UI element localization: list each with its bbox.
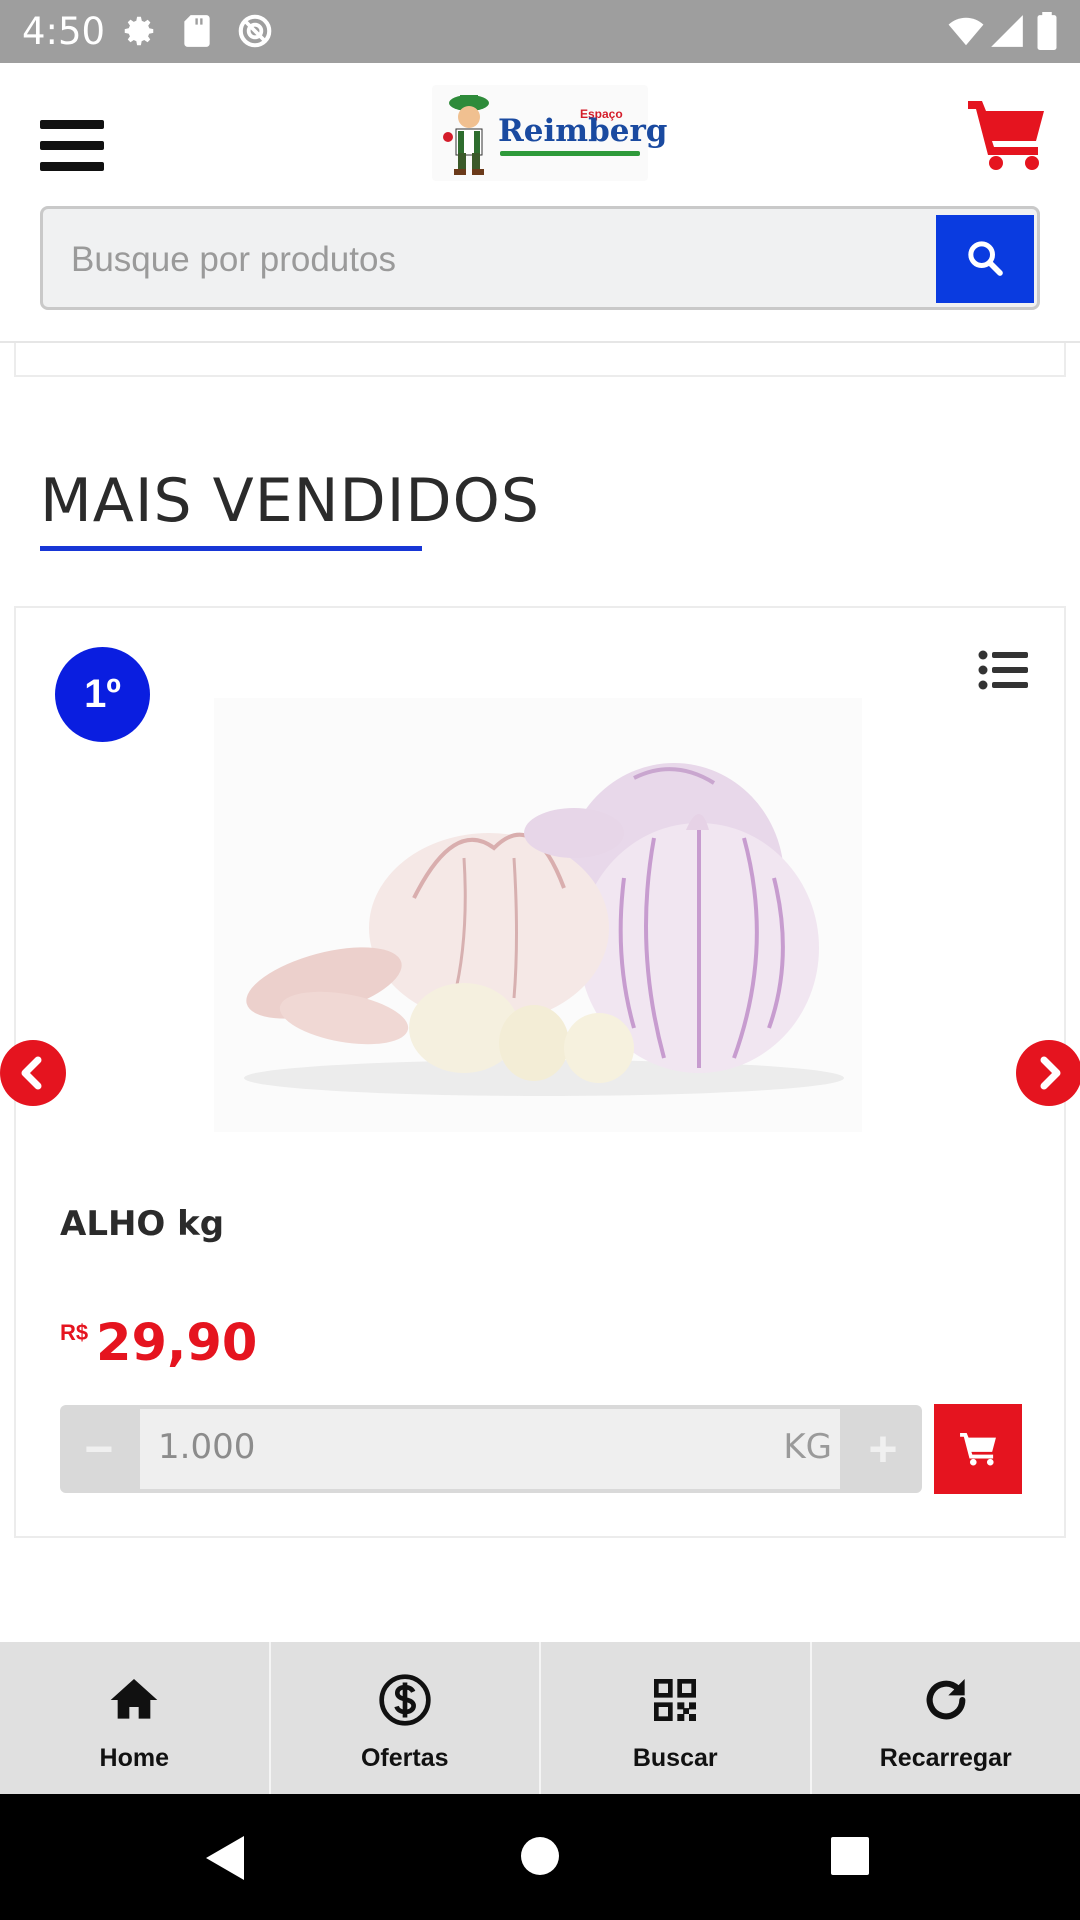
search-input[interactable]	[69, 229, 953, 291]
recent-apps-icon[interactable]	[830, 1836, 870, 1876]
back-icon[interactable]	[204, 1834, 248, 1882]
quantity-stepper: − 1.000 KG +	[60, 1405, 922, 1493]
cellular-signal-icon	[991, 15, 1023, 47]
decrement-button[interactable]: −	[60, 1405, 138, 1493]
logo-underline	[500, 151, 640, 156]
bottom-navigation: Home Ofertas Buscar Recarregar	[0, 1642, 1080, 1794]
home-circle-icon[interactable]	[520, 1836, 560, 1876]
store-logo[interactable]: Espaço Reimberg	[432, 85, 667, 181]
settings-icon	[124, 16, 154, 46]
search-bar	[40, 206, 1040, 310]
nav-home[interactable]: Home	[0, 1642, 269, 1794]
nav-ofertas-label: Ofertas	[360, 1744, 449, 1772]
carousel-prev-button[interactable]	[0, 1040, 66, 1106]
add-to-cart-button[interactable]	[934, 1404, 1022, 1494]
cart-icon	[960, 1432, 996, 1466]
search-icon	[968, 240, 1003, 276]
list-icon[interactable]	[978, 650, 1028, 690]
nav-home-label: Home	[99, 1744, 169, 1772]
product-image[interactable]	[214, 698, 862, 1132]
sd-card-icon	[184, 15, 210, 47]
hamburger-menu-icon[interactable]	[40, 120, 106, 176]
nav-buscar[interactable]: Buscar	[539, 1642, 810, 1794]
banner-strip	[14, 343, 1066, 377]
chevron-left-icon	[21, 1056, 42, 1090]
nav-recarregar-label: Recarregar	[879, 1744, 1012, 1772]
search-button[interactable]	[936, 215, 1034, 303]
refresh-icon	[926, 1679, 966, 1720]
nav-buscar-label: Buscar	[632, 1744, 718, 1772]
shopping-cart-icon[interactable]	[966, 99, 1046, 171]
section-title: MAIS VENDIDOS	[40, 466, 540, 536]
chevron-right-icon	[1040, 1056, 1061, 1090]
quantity-value: 1.000	[158, 1427, 256, 1467]
nav-ofertas[interactable]: Ofertas	[268, 1642, 540, 1794]
price-currency: R$	[60, 1320, 89, 1345]
increment-button[interactable]: +	[844, 1405, 922, 1493]
section-underline	[40, 546, 422, 551]
battery-icon	[1037, 12, 1057, 50]
rank-badge: 1º	[55, 647, 150, 742]
product-name[interactable]: ALHO kg	[60, 1204, 224, 1244]
quantity-field[interactable]: 1.000 KG	[140, 1409, 840, 1489]
mascot-icon	[443, 95, 489, 175]
quantity-unit: KG	[783, 1427, 832, 1467]
carousel-next-button[interactable]	[1016, 1040, 1080, 1106]
logo-brand: Reimberg	[498, 113, 668, 149]
home-icon	[110, 1679, 158, 1719]
system-navigation-bar	[0, 1794, 1080, 1920]
dollar-icon	[379, 1674, 431, 1726]
garlic-image	[244, 763, 844, 1096]
sync-disabled-icon	[238, 14, 272, 48]
nav-recarregar[interactable]: Recarregar	[809, 1642, 1080, 1794]
status-bar: 4:50	[0, 0, 1080, 63]
app-header: Espaço Reimberg	[0, 63, 1080, 343]
wifi-icon	[948, 17, 984, 46]
qr-code-icon	[654, 1679, 697, 1721]
status-time: 4:50	[22, 10, 106, 53]
product-price: 29,90	[96, 1314, 258, 1373]
